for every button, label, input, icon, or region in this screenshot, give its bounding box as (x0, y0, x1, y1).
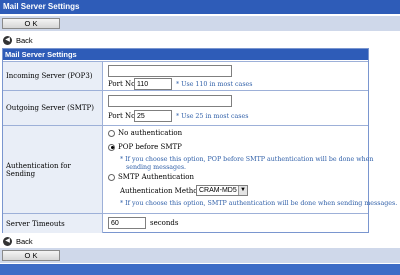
timeouts-input[interactable] (108, 217, 146, 229)
incoming-server-row: Incoming Server (POP3) Port No. * Use 11… (3, 61, 368, 90)
auth-option-smtp-auth[interactable]: SMTP Authentication (108, 173, 194, 181)
incoming-server-label: Incoming Server (POP3) (3, 62, 103, 90)
back-arrow-icon: ◀ (3, 36, 12, 45)
outgoing-server-row: Outgoing Server (SMTP) Port No. * Use 25… (3, 90, 368, 125)
auth-option-pop-before-smtp[interactable]: POP before SMTP (108, 143, 182, 151)
timeouts-row: Server Timeouts seconds (3, 213, 368, 233)
pop-note-line-1: * If you choose this option, POP before … (120, 156, 374, 163)
auth-option-none[interactable]: No authentication (108, 129, 182, 137)
chevron-down-icon[interactable]: ▼ (238, 186, 247, 195)
radio-pop-before-smtp-icon[interactable] (108, 143, 115, 151)
timeouts-label: Server Timeouts (3, 214, 103, 233)
back-label: Back (16, 36, 33, 45)
outgoing-port-note: * Use 25 in most cases (176, 113, 249, 120)
back-link-bottom[interactable]: ◀ Back (3, 236, 33, 247)
timeouts-unit: seconds (150, 219, 179, 227)
settings-panel: Mail Server Settings Incoming Server (PO… (2, 48, 397, 233)
back-label: Back (16, 237, 33, 246)
auth-row: Authentication for Sending No authentica… (3, 125, 397, 213)
auth-method-select[interactable]: CRAM-MD5 ▼ (196, 185, 248, 196)
panel-title: Mail Server Settings (3, 49, 368, 60)
smtp-auth-note: * If you choose this option, SMTP authen… (120, 200, 398, 207)
auth-method-label: Authentication Method (120, 187, 203, 195)
auth-label: Authentication for Sending (3, 126, 103, 213)
radio-none-icon[interactable] (108, 129, 115, 137)
back-arrow-icon: ◀ (3, 237, 12, 246)
pop-note-line-2: sending messages. (126, 164, 187, 171)
back-link-top[interactable]: ◀ Back (3, 35, 33, 46)
incoming-port-note: * Use 110 in most cases (176, 81, 253, 88)
ok-button-bottom[interactable]: O K (2, 250, 60, 261)
auth-option-smtp-label: SMTP Authentication (118, 173, 195, 181)
page-title: Mail Server Settings (0, 0, 400, 14)
outgoing-server-input[interactable] (108, 95, 232, 107)
auth-option-pop-label: POP before SMTP (118, 143, 182, 151)
auth-method-value: CRAM-MD5 (199, 187, 237, 194)
bottom-toolbar: O K (0, 248, 400, 263)
outgoing-port-input[interactable] (134, 110, 172, 122)
radio-smtp-auth-icon[interactable] (108, 173, 115, 181)
incoming-port-input[interactable] (134, 78, 172, 90)
top-toolbar: O K (0, 16, 400, 31)
ok-button-top[interactable]: O K (2, 18, 60, 29)
outgoing-server-label: Outgoing Server (SMTP) (3, 91, 103, 125)
auth-option-none-label: No authentication (118, 129, 183, 137)
incoming-server-input[interactable] (108, 65, 232, 77)
footer-bar (0, 264, 400, 275)
